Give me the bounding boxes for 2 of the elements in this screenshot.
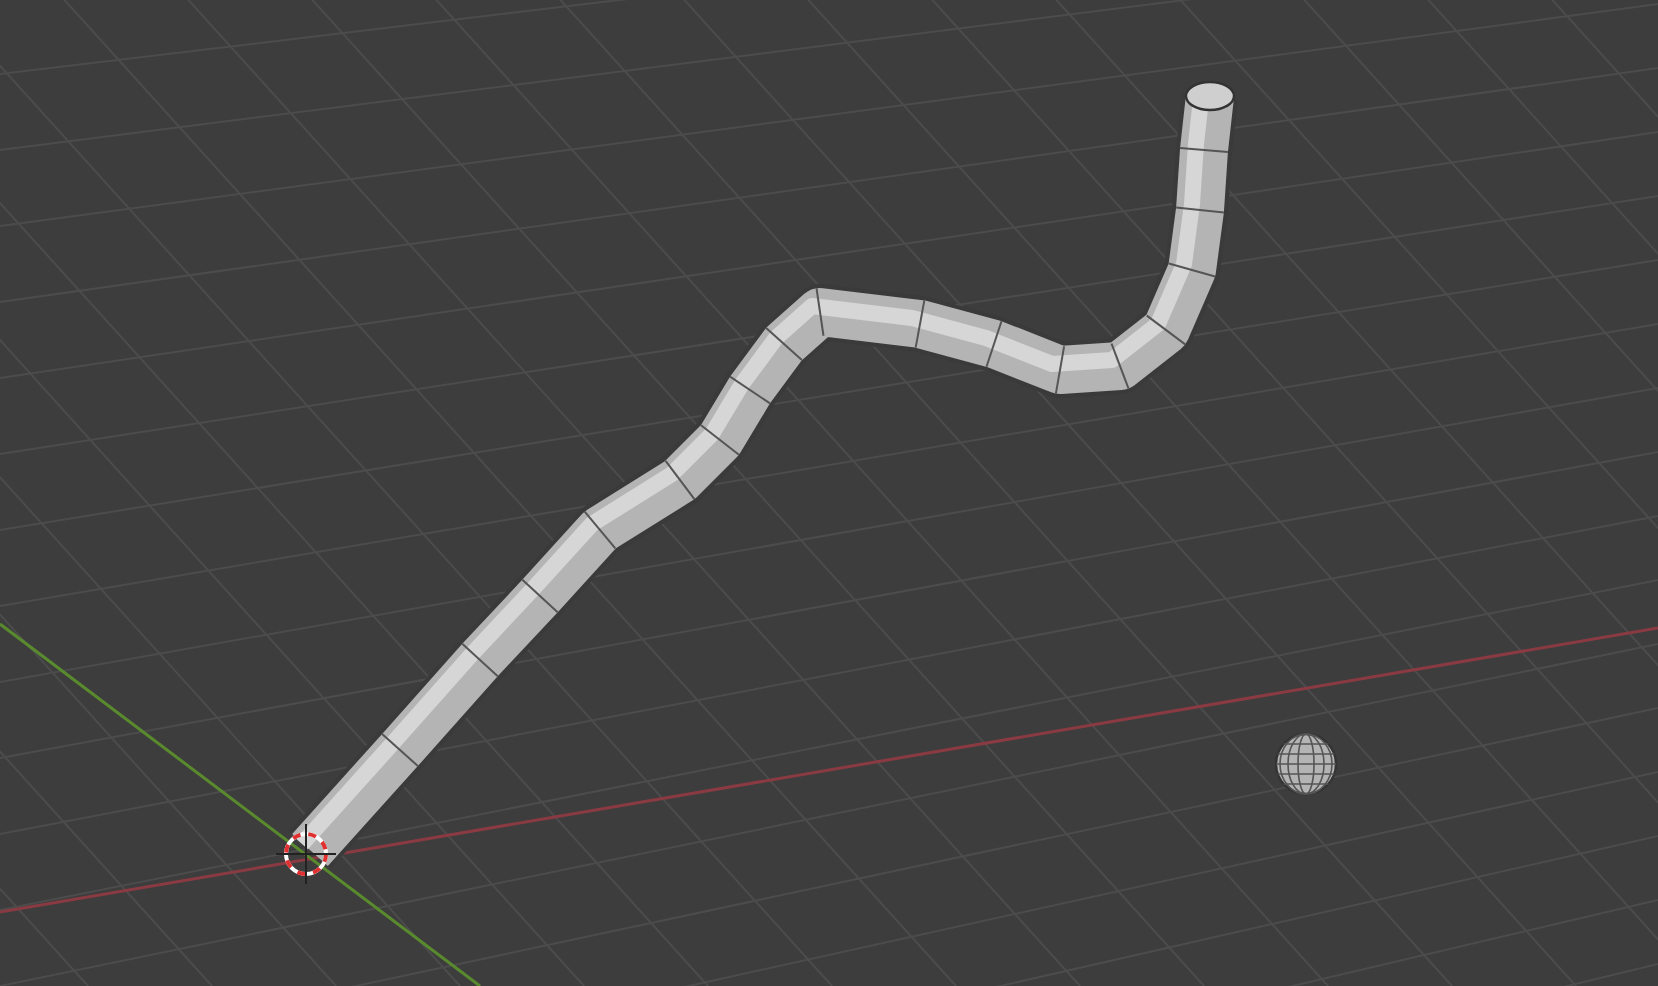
sphere-drawing	[1274, 732, 1338, 796]
3d-cursor-icon	[275, 823, 337, 885]
